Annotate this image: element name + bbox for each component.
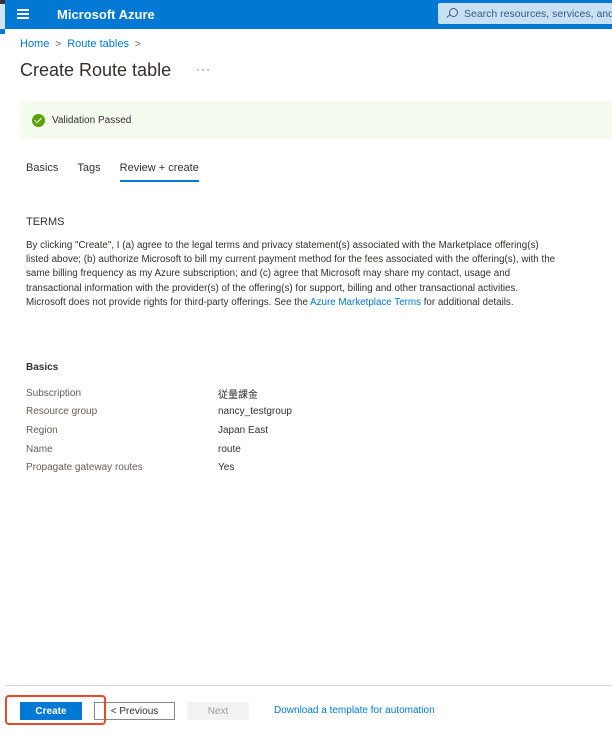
check-circle-icon <box>32 113 45 127</box>
search-icon <box>446 7 458 20</box>
terms-heading: TERMS <box>26 216 65 228</box>
terms-text: By clicking "Create", I (a) agree to the… <box>26 239 556 310</box>
summary-row-region: Region Japan East <box>26 421 292 440</box>
next-button: Next <box>187 702 249 720</box>
tab-review-create[interactable]: Review + create <box>119 162 199 182</box>
menu-icon[interactable] <box>17 9 29 19</box>
summary-row-resource-group: Resource group nancy_testgroup <box>26 403 292 422</box>
page-title: Create Route table <box>20 60 172 80</box>
summary-value: nancy_testgroup <box>218 406 292 418</box>
summary-value: route <box>218 443 241 455</box>
footer-divider <box>5 685 612 686</box>
summary-value: 従量課金 <box>218 389 258 401</box>
summary-row-subscription: Subscription 従量課金 <box>26 384 292 403</box>
marketplace-terms-link[interactable]: Azure Marketplace Terms <box>310 297 421 308</box>
summary-row-name: Name route <box>26 440 292 459</box>
basics-summary: Subscription 従量課金 Resource group nancy_t… <box>26 384 292 477</box>
global-search[interactable] <box>438 3 612 24</box>
chevron-right-icon: > <box>134 38 141 50</box>
tab-basics[interactable]: Basics <box>26 162 58 182</box>
summary-label: Resource group <box>26 406 98 418</box>
summary-value: Japan East <box>218 424 269 436</box>
validation-banner: Validation Passed <box>20 101 612 139</box>
wizard-tabs: Basics Tags Review + create <box>26 162 218 182</box>
window-edge-dark <box>0 0 5 4</box>
create-button[interactable]: Create <box>20 702 82 720</box>
summary-label: Region <box>26 424 58 436</box>
brand-title[interactable]: Microsoft Azure <box>57 7 155 22</box>
chevron-right-icon: > <box>55 38 62 50</box>
search-input[interactable] <box>464 7 612 20</box>
basics-heading: Basics <box>26 362 59 373</box>
more-options-icon[interactable]: ··· <box>196 62 211 76</box>
summary-value: Yes <box>218 462 235 474</box>
breadcrumb: Home > Route tables > <box>20 38 147 50</box>
previous-button[interactable]: < Previous <box>94 702 175 720</box>
breadcrumb-route-tables[interactable]: Route tables <box>67 38 129 50</box>
breadcrumb-home[interactable]: Home <box>20 38 49 50</box>
summary-label: Subscription <box>26 387 82 399</box>
window-edge <box>0 0 5 29</box>
summary-row-propagate-gateway-routes: Propagate gateway routes Yes <box>26 458 292 477</box>
validation-text: Validation Passed <box>52 114 132 126</box>
tab-tags[interactable]: Tags <box>77 162 100 182</box>
summary-label: Name <box>26 443 53 455</box>
summary-label: Propagate gateway routes <box>26 462 143 474</box>
download-template-link[interactable]: Download a template for automation <box>274 705 435 716</box>
window-edge-accent <box>0 29 5 34</box>
terms-text-after: for additional details. <box>420 296 514 308</box>
